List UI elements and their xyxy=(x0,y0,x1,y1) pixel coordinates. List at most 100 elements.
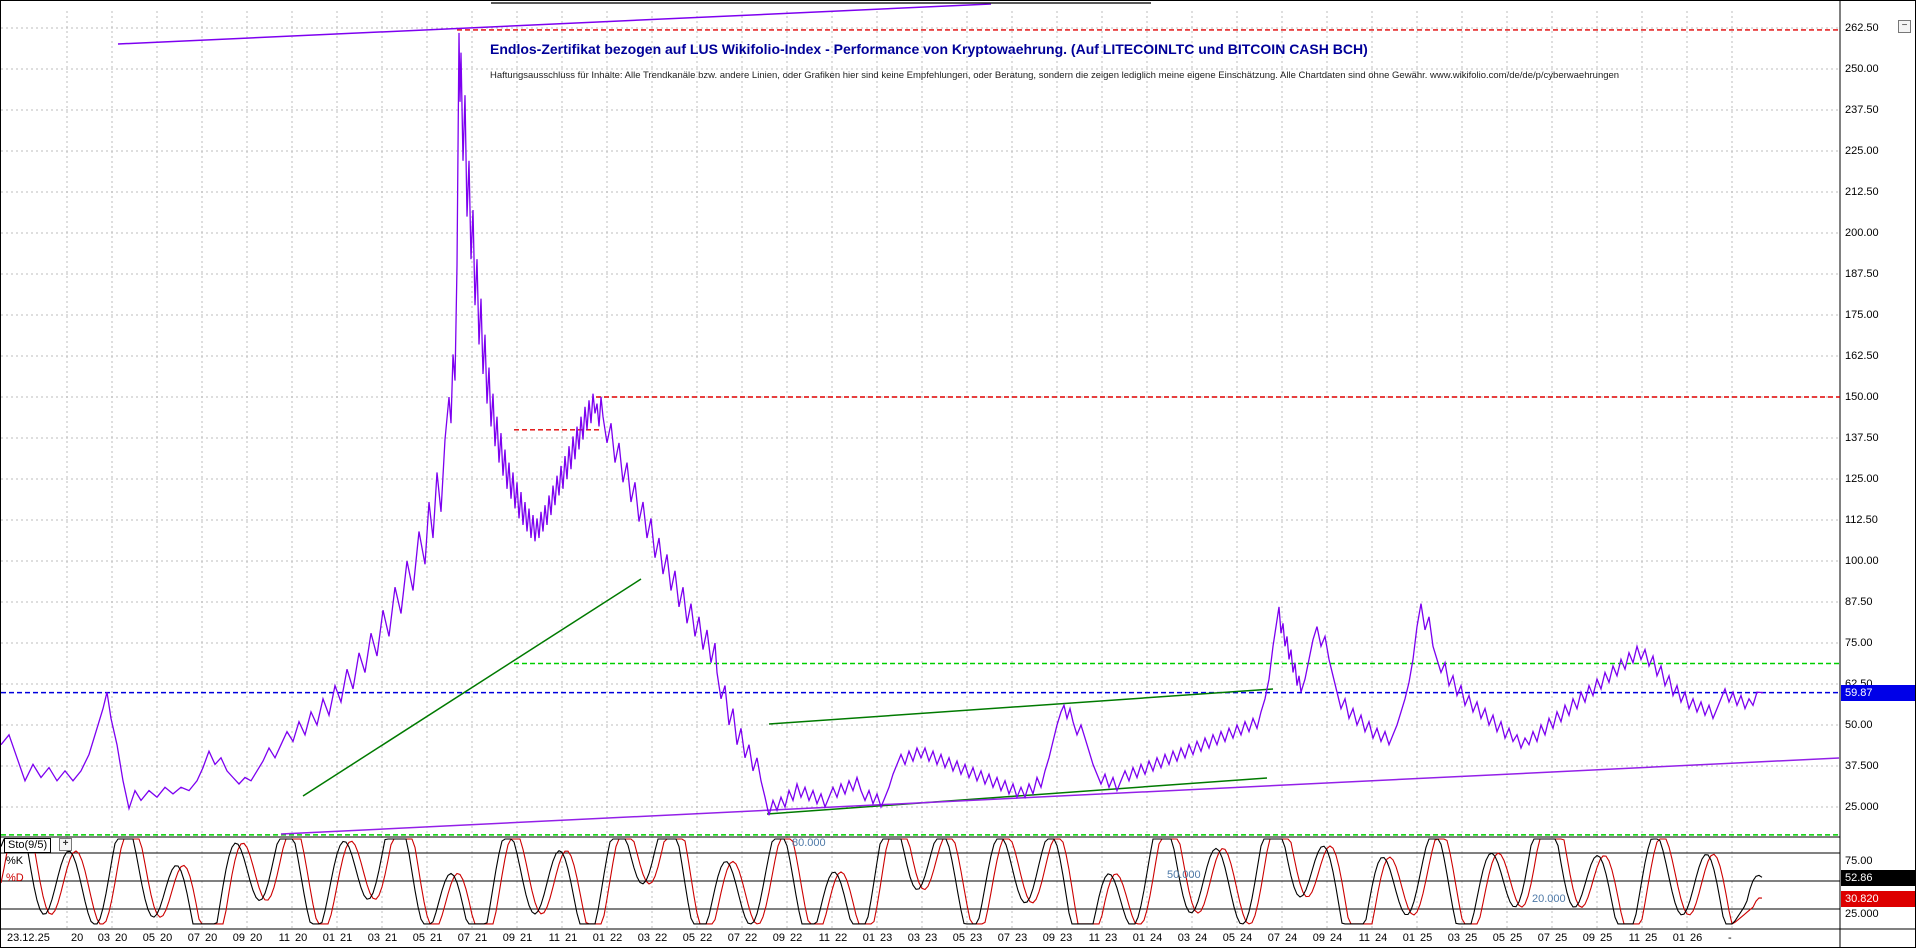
price-axis-label: 237.50 xyxy=(1845,104,1879,116)
price-axis-label: 50.00 xyxy=(1845,719,1873,731)
time-axis-label: 20 xyxy=(160,932,173,944)
time-axis-label: 23 xyxy=(880,932,893,944)
time-axis-label: 22 xyxy=(835,932,848,944)
time-axis-label: 03 xyxy=(907,932,920,944)
price-axis-label: 225.00 xyxy=(1845,145,1879,157)
time-axis-label: 03 xyxy=(1447,932,1460,944)
time-axis-label: 24 xyxy=(1330,932,1343,944)
time-axis-label: 01 xyxy=(1402,932,1415,944)
stochastic-level-label: 20.000 xyxy=(1532,893,1566,905)
time-axis-label: 09 xyxy=(1312,932,1325,944)
time-axis-label: 01 xyxy=(1132,932,1145,944)
time-axis-label: 22 xyxy=(655,932,668,944)
time-axis-label: 11 xyxy=(1358,932,1370,944)
time-axis-label: 24 xyxy=(1375,932,1388,944)
stochastic-d-value-tag: 30.820 xyxy=(1841,890,1915,907)
time-axis-label: 09 xyxy=(772,932,785,944)
time-axis-label: 01 xyxy=(862,932,875,944)
chart-title: Endlos-Zertifikat bezogen auf LUS Wikifo… xyxy=(490,41,1368,57)
time-axis-label: 05 xyxy=(682,932,695,944)
time-axis-label: 03 xyxy=(637,932,650,944)
price-axis-label: 87.50 xyxy=(1845,596,1873,608)
price-axis-label: 212.50 xyxy=(1845,186,1879,198)
time-axis-label: - xyxy=(1728,932,1732,944)
time-axis-label: 21 xyxy=(520,932,533,944)
time-axis-label: 05 xyxy=(1222,932,1235,944)
time-axis-label: 21 xyxy=(340,932,353,944)
time-axis-label: 20 xyxy=(205,932,218,944)
time-axis-label: 05 xyxy=(1492,932,1505,944)
time-axis-label: 03 xyxy=(1177,932,1190,944)
time-axis-label: 01 xyxy=(322,932,335,944)
time-axis-label: 24 xyxy=(1240,932,1253,944)
time-axis-label: 05 xyxy=(952,932,965,944)
time-axis-label: 01 xyxy=(1672,932,1685,944)
price-axis-label: 37.500 xyxy=(1845,760,1879,772)
time-axis-label: 23 xyxy=(1060,932,1073,944)
time-axis-label: 20 xyxy=(295,932,308,944)
time-axis-label: 26 xyxy=(1690,932,1703,944)
time-axis-label: 23 xyxy=(1015,932,1028,944)
time-axis-label: 07 xyxy=(187,932,200,944)
price-axis-label: 125.00 xyxy=(1845,473,1879,485)
price-axis-label: 100.00 xyxy=(1845,555,1879,567)
price-axis-label: 175.00 xyxy=(1845,309,1879,321)
time-axis-label: 03 xyxy=(367,932,380,944)
price-chart-canvas[interactable] xyxy=(1,1,1916,948)
time-axis-label: 23.12.25 xyxy=(7,932,50,944)
time-axis-label: 25 xyxy=(1420,932,1433,944)
stochastic-axis-label: 25.000 xyxy=(1845,908,1879,920)
time-axis-label: 07 xyxy=(727,932,740,944)
price-axis-label: 262.50 xyxy=(1845,22,1879,34)
time-axis-label: 11 xyxy=(818,932,830,944)
time-axis-label: 20 xyxy=(250,932,263,944)
stochastic-indicator-label[interactable]: Sto(9/5) xyxy=(4,838,52,853)
time-axis-label: 21 xyxy=(565,932,578,944)
crypto-wikifolio-chart: Endlos-Zertifikat bezogen auf LUS Wikifo… xyxy=(0,0,1916,948)
time-axis-label: 25 xyxy=(1555,932,1568,944)
price-axis-label: 200.00 xyxy=(1845,227,1879,239)
collapse-panel-icon[interactable]: − xyxy=(1898,20,1911,33)
time-axis-label: 07 xyxy=(1267,932,1280,944)
time-axis-label: 23 xyxy=(925,932,938,944)
stochastic-axis-label: 75.00 xyxy=(1845,855,1873,867)
time-axis-label: 11 xyxy=(278,932,290,944)
time-axis-label: 25 xyxy=(1645,932,1658,944)
time-axis-label: 03 xyxy=(97,932,110,944)
time-axis-label: 09 xyxy=(1042,932,1055,944)
time-axis-label: 22 xyxy=(610,932,623,944)
time-axis-label: 24 xyxy=(1285,932,1298,944)
time-axis-label: 07 xyxy=(997,932,1010,944)
expand-indicator-icon[interactable]: + xyxy=(59,838,72,851)
time-axis-label: 05 xyxy=(412,932,425,944)
stochastic-k-label: %K xyxy=(6,855,24,867)
stochastic-d-label: %D xyxy=(6,872,24,884)
price-axis-label: 137.50 xyxy=(1845,432,1879,444)
price-axis-label: 112.50 xyxy=(1845,514,1878,526)
price-axis-label: 75.00 xyxy=(1845,637,1873,649)
chart-disclaimer: Haftungsausschluss für Inhalte: Alle Tre… xyxy=(490,70,1620,81)
time-axis-label: 24 xyxy=(1195,932,1208,944)
price-axis-label: 25.000 xyxy=(1845,801,1879,813)
time-axis-label: 21 xyxy=(430,932,443,944)
time-axis-label: 05 xyxy=(142,932,155,944)
last-price-tag: 59.87 xyxy=(1841,684,1915,701)
stochastic-level-label: 80.000 xyxy=(792,837,826,849)
time-axis-label: 11 xyxy=(1088,932,1100,944)
time-axis-label: 25 xyxy=(1510,932,1523,944)
time-axis-label: 23 xyxy=(970,932,983,944)
stochastic-k-value-tag: 52.86 xyxy=(1841,870,1915,887)
price-axis-label: 150.00 xyxy=(1845,391,1879,403)
time-axis-label: 11 xyxy=(548,932,560,944)
time-axis-label: 20 xyxy=(115,932,128,944)
time-axis-label: 11 xyxy=(1628,932,1640,944)
time-axis-label: 21 xyxy=(385,932,398,944)
stochastic-level-label: 50.000 xyxy=(1167,869,1201,881)
price-axis-label: 250.00 xyxy=(1845,63,1879,75)
time-axis-label: 07 xyxy=(1537,932,1550,944)
time-axis-label: 09 xyxy=(232,932,245,944)
time-axis-label: 22 xyxy=(790,932,803,944)
time-axis-label: 22 xyxy=(700,932,713,944)
time-axis-label: 09 xyxy=(502,932,515,944)
time-axis-label: 25 xyxy=(1465,932,1478,944)
